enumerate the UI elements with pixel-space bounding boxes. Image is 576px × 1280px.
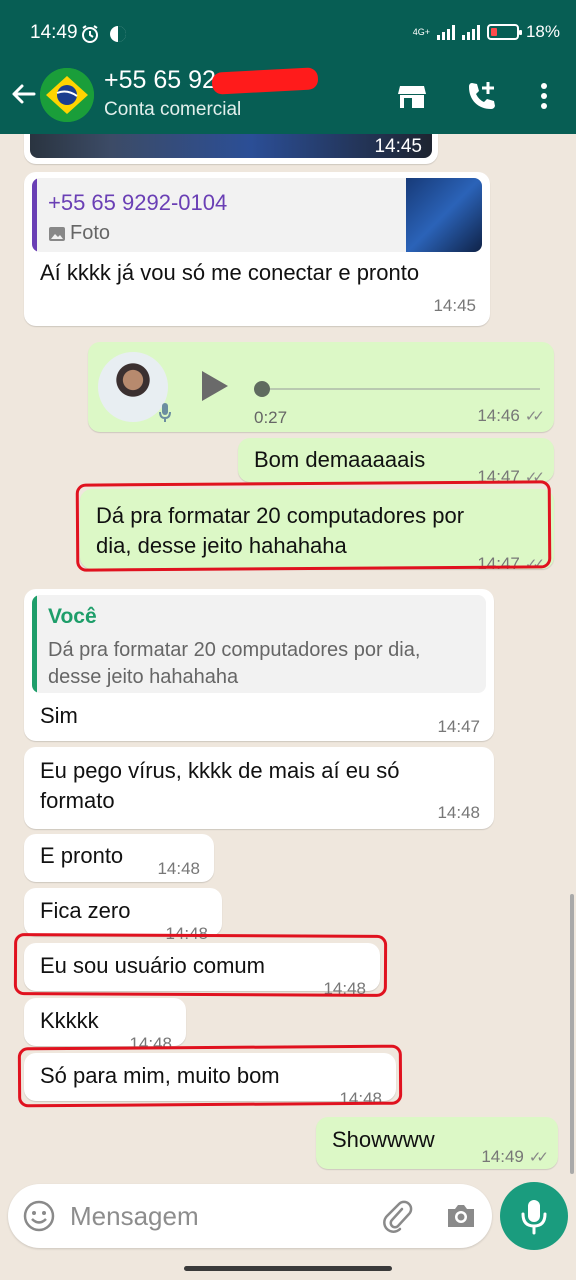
read-ticks-icon: ✓✓	[524, 408, 545, 425]
message-text: Aí kkkk já vou só me conectar e pronto	[40, 260, 420, 285]
quoted-text: Foto	[70, 222, 111, 244]
message-time: 14:48	[437, 803, 480, 822]
message-text: Bom demaaaaais	[254, 447, 426, 472]
annotation-highlight	[75, 480, 552, 572]
message-time: 14:46	[477, 406, 520, 425]
message-time: 14:49	[481, 1147, 524, 1166]
quoted-author: Você	[48, 605, 97, 628]
brazil-flag-icon	[40, 68, 94, 122]
audio-duration: 0:27	[254, 408, 288, 427]
message-incoming[interactable]: Fica zero 14:48	[24, 888, 222, 943]
more-vert-icon[interactable]	[526, 78, 562, 114]
quoted-author: +55 65 9292-0104	[48, 190, 228, 215]
battery-icon	[486, 24, 522, 40]
chat-header: +55 65 92 Conta comercial	[0, 62, 576, 134]
message-time: 14:47	[437, 717, 480, 736]
read-ticks-icon: ✓✓	[528, 1149, 549, 1166]
message-text: Eu pego vírus, kkkk de mais aí eu só for…	[40, 758, 400, 813]
message-time: 14:48	[157, 859, 200, 878]
battery-percent: 18%	[525, 22, 560, 41]
mic-icon	[159, 403, 171, 422]
redaction-mark	[211, 67, 319, 95]
message-incoming[interactable]: Você Dá pra formatar 20 computadores por…	[24, 589, 494, 741]
quoted-text: Dá pra formatar 20 computadores por dia,…	[48, 639, 421, 688]
seekbar-handle[interactable]	[254, 381, 270, 397]
emoji-icon[interactable]	[22, 1199, 56, 1233]
audio-seekbar[interactable]	[254, 388, 540, 390]
gesture-nav-bar[interactable]	[184, 1266, 392, 1271]
message-text: Kkkkk	[40, 1008, 99, 1033]
quoted-message[interactable]: Você Dá pra formatar 20 computadores por…	[32, 595, 486, 693]
contact-subtitle: Conta comercial	[104, 99, 242, 120]
message-time: 14:45	[433, 296, 476, 315]
message-incoming[interactable]: E pronto 14:48	[24, 834, 214, 882]
add-call-icon[interactable]	[464, 78, 500, 114]
network-type: 4G+	[412, 26, 430, 37]
mic-icon	[521, 1200, 547, 1235]
status-bar: 14:49 4G+ 18%	[0, 0, 576, 62]
shared-photo[interactable]	[30, 134, 432, 158]
message-text: Showwww	[332, 1127, 435, 1152]
annotation-highlight	[13, 933, 388, 997]
message-outgoing[interactable]: Showwww 14:49 ✓✓	[316, 1117, 558, 1169]
annotation-highlight	[17, 1044, 403, 1108]
message-input[interactable]: Mensagem	[70, 1201, 199, 1232]
contact-name[interactable]: +55 65 92	[104, 66, 216, 95]
message-text: Sim	[40, 703, 78, 728]
data-saver-icon	[110, 26, 126, 42]
message-time: 14:45	[374, 136, 422, 157]
message-voice[interactable]: 0:27 14:46 ✓✓	[88, 342, 554, 432]
status-time: 14:49	[30, 22, 78, 43]
message-composer[interactable]: Mensagem	[8, 1184, 492, 1248]
message-incoming[interactable]: Eu pego vírus, kkkk de mais aí eu só for…	[24, 747, 494, 829]
camera-icon[interactable]	[444, 1199, 478, 1233]
voice-record-button[interactable]	[500, 1182, 568, 1250]
chat-area[interactable]: 14:45 +55 65 9292-0104 Foto Aí kkkk já v…	[0, 134, 576, 1180]
image-icon	[49, 227, 65, 241]
signal-icon	[461, 24, 480, 40]
signal-icon	[436, 24, 455, 40]
avatar[interactable]	[40, 68, 94, 122]
message-text: Fica zero	[40, 898, 131, 923]
message-image[interactable]: 14:45	[24, 134, 438, 164]
message-incoming[interactable]: +55 65 9292-0104 Foto Aí kkkk já vou só …	[24, 172, 490, 326]
scrollbar[interactable]	[570, 894, 574, 1174]
message-text: E pronto	[40, 843, 124, 868]
quoted-photo-thumbnail	[406, 178, 482, 252]
attach-icon[interactable]	[380, 1199, 414, 1233]
back-arrow-icon[interactable]	[8, 79, 38, 109]
alarm-icon	[82, 25, 98, 43]
quoted-message[interactable]: +55 65 9292-0104 Foto	[32, 178, 482, 252]
message-outgoing[interactable]: Bom demaaaaais 14:47 ✓✓	[238, 438, 554, 486]
play-icon[interactable]	[200, 369, 230, 403]
message-incoming[interactable]: Kkkkk 14:48	[24, 998, 186, 1053]
store-icon[interactable]	[394, 78, 430, 114]
